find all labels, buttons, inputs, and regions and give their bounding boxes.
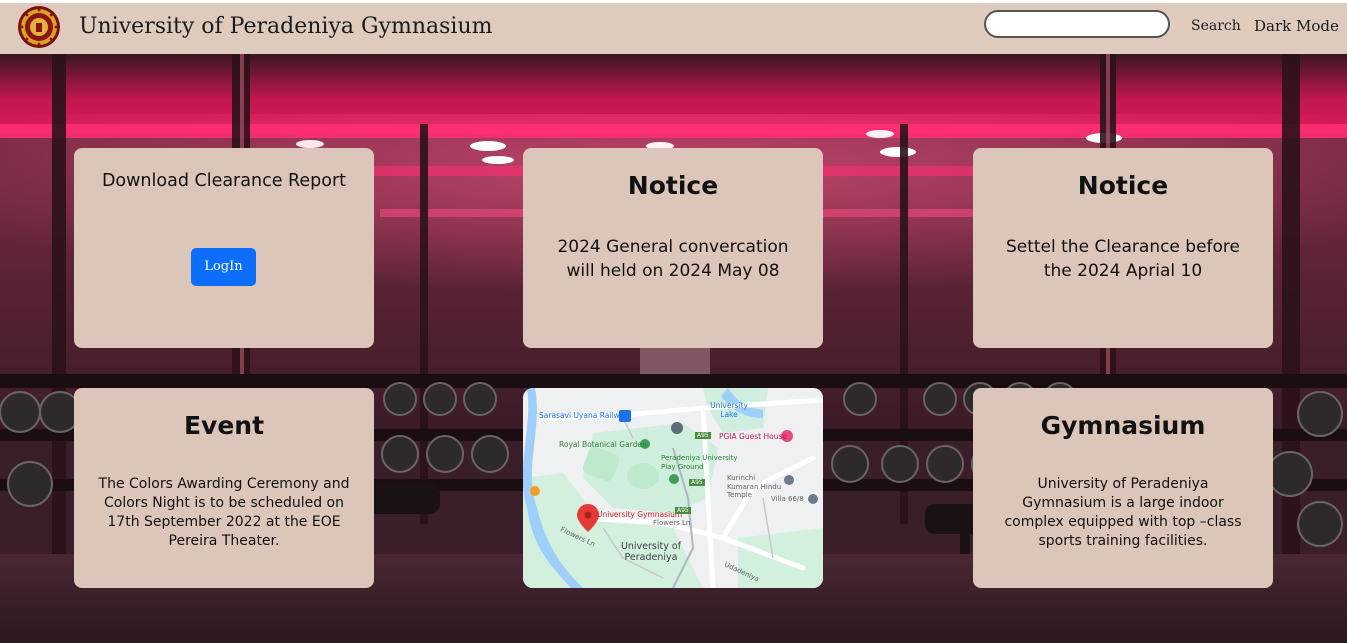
search-input[interactable] (984, 10, 1170, 38)
map-road-badge-1: A95 (695, 432, 711, 439)
navbar: University of Peradeniya Gymnasium Searc… (0, 3, 1347, 54)
map-label-botanical: Royal Botanical Garden (559, 440, 647, 449)
brand-title[interactable]: University of Peradeniya Gymnasium (79, 14, 493, 39)
clearance-card-title: Download Clearance Report (101, 171, 347, 191)
notice-card-1-body: 2024 General convercation will held on 2… (557, 237, 789, 281)
location-map[interactable]: Sarasavi Uyana Railway University Lake R… (523, 388, 823, 588)
notice-card-1: Notice 2024 General convercation will he… (523, 148, 823, 348)
map-label-villa: Villa 66/8 (771, 495, 804, 503)
map-label-railway: Sarasavi Uyana Railway (539, 411, 629, 420)
map-label-guest-house: PGIA Guest House (719, 432, 787, 441)
gymnasium-card: Gymnasium University of Peradeniya Gymna… (973, 388, 1273, 588)
map-label-lake: University Lake (710, 401, 748, 419)
notice-card-2-body: Settel the Clearance before the 2024 Apr… (1005, 237, 1241, 281)
dark-mode-button[interactable]: Dark Mode (1254, 17, 1339, 35)
notice-card-2: Notice Settel the Clearance before the 2… (973, 148, 1273, 348)
map-label-flowers-ln: Flowers Ln (653, 519, 691, 527)
clearance-card: Download Clearance Report LogIn (74, 148, 374, 348)
event-card-title: Event (183, 411, 265, 440)
map-label-play-ground: Peradeniya University Play Ground (661, 454, 738, 471)
map-road-badge-2: A95 (689, 479, 705, 486)
gymnasium-card-title: Gymnasium (1040, 411, 1206, 440)
map-road-badge-3: A95 (675, 507, 691, 514)
map-label-university: University of Peradeniya (620, 541, 682, 563)
login-button[interactable]: LogIn (191, 248, 256, 286)
event-card-body: The Colors Awarding Ceremony and Colors … (98, 476, 350, 549)
notice-card-1-title: Notice (627, 171, 719, 200)
event-card: Event The Colors Awarding Ceremony and C… (74, 388, 374, 588)
notice-card-2-title: Notice (1077, 171, 1169, 200)
gymnasium-card-body: University of Peradeniya Gymnasium is a … (1004, 476, 1242, 549)
map-label-gymnasium: University Gymnasium (597, 510, 683, 519)
search-button[interactable]: Search (1191, 18, 1241, 34)
university-logo[interactable] (17, 5, 61, 49)
